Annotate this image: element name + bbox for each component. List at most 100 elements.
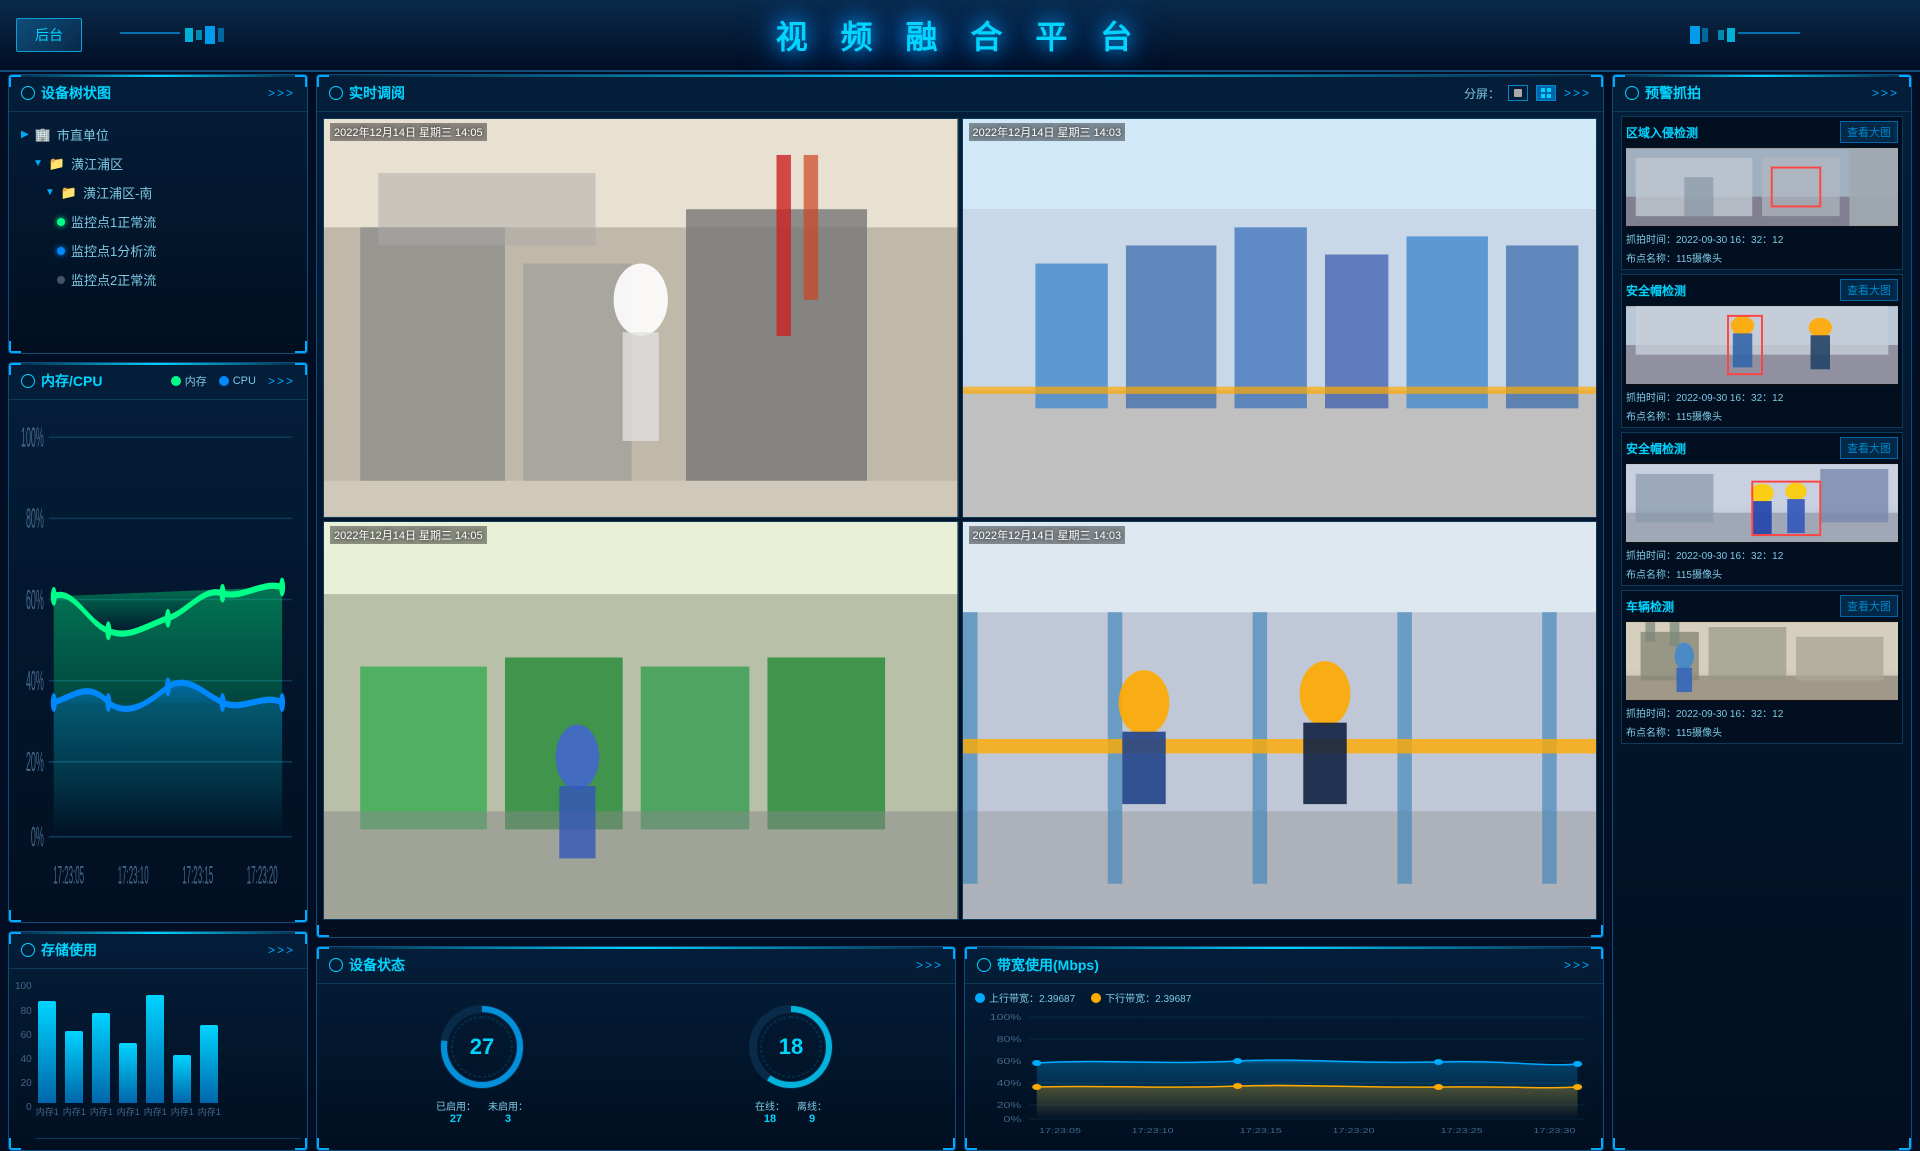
cpu-icon <box>21 374 35 388</box>
alert-2-header: 安全帽检测 查看大图 <box>1626 279 1898 301</box>
device-tree-panel: 设备树状图 >>> ▶ 🏢 市直单位 ▼ 📁 潢江浦区 <box>8 74 308 354</box>
alert-4-view-btn[interactable]: 查看大图 <box>1840 595 1898 617</box>
page-title: 视 频 融 合 平 台 <box>776 12 1144 58</box>
alert-4-image <box>1626 621 1898 701</box>
alert-3-image <box>1626 463 1898 543</box>
device-tree-content: ▶ 🏢 市直单位 ▼ 📁 潢江浦区 ▼ 📁 潢江浦区-南 <box>9 112 307 302</box>
cpu-panel-header: 内存/CPU 内存 CPU >>> <box>9 363 307 400</box>
alert-more[interactable]: >>> <box>1872 86 1899 100</box>
svg-text:17:23:20: 17:23:20 <box>1333 1127 1375 1135</box>
cpu-more[interactable]: >>> <box>268 374 295 388</box>
main-layout: 设备树状图 >>> ▶ 🏢 市直单位 ▼ 📁 潢江浦区 <box>8 74 1912 1072</box>
video-cell-4[interactable]: 2022年12月14日 星期三 14:03 <box>962 521 1598 921</box>
bar-2: 内存1 <box>63 1031 86 1118</box>
tree-item-0[interactable]: ▶ 🏢 市直单位 <box>17 120 299 149</box>
alert-3-view-btn[interactable]: 查看大图 <box>1840 437 1898 459</box>
upload-legend-dot <box>975 993 985 1003</box>
gauge-2-label-1: 在线： 18 <box>755 1098 785 1125</box>
device-tree-icon <box>21 86 35 100</box>
cpu-chart-svg: 100% 80% 60% 40% 20% 0% 17:23:05 17:23:1… <box>19 406 297 905</box>
video-cell-3[interactable]: 2022年12月14日 星期三 14:05 <box>323 521 959 921</box>
bar-1: 内存1 <box>36 1001 59 1118</box>
mid-column: 实时调阅 分屏： >>> <box>316 74 1604 1151</box>
alert-2-view-btn[interactable]: 查看大图 <box>1840 279 1898 301</box>
tree-item-3[interactable]: 监控点1正常流 <box>17 207 299 236</box>
tree-item-2[interactable]: ▼ 📁 潢江浦区-南 <box>17 178 299 207</box>
device-status-panel: 设备状态 >>> 27 <box>316 946 956 1151</box>
bandwidth-chart-svg: 100% 80% 60% 40% 20% 0% 17:23:05 17:23:1… <box>975 1009 1593 1139</box>
download-legend: 下行带宽：2.39687 <box>1091 990 1191 1005</box>
alert-4-time: 抓拍时间：2022-09-30 16：32：12 <box>1626 705 1898 720</box>
alert-1-type: 区域入侵检测 <box>1626 124 1698 141</box>
tree-item-5[interactable]: 监控点2正常流 <box>17 265 299 294</box>
bar-6-fill <box>173 1055 191 1103</box>
gauge-1-val-2: 3 <box>505 1113 511 1125</box>
svg-text:17:23:15: 17:23:15 <box>182 861 213 889</box>
svg-text:20%: 20% <box>997 1102 1022 1110</box>
video-cell-1[interactable]: 2022年12月14日 星期三 14:05 <box>323 118 959 518</box>
upload-legend: 上行带宽：2.39687 <box>975 990 1075 1005</box>
device-status-header: 设备状态 >>> <box>317 947 955 984</box>
device-tree-more[interactable]: >>> <box>268 86 295 100</box>
gauge-2-value: 18 <box>779 1034 803 1060</box>
storage-more[interactable]: >>> <box>268 943 295 957</box>
svg-text:80%: 80% <box>26 503 44 534</box>
right-column: 预警抓拍 >>> 区域入侵检测 查看大图 <box>1612 74 1912 1151</box>
dot-green-icon <box>57 218 65 226</box>
memory-legend: 内存 <box>171 373 207 389</box>
device-tree-header: 设备树状图 >>> <box>9 75 307 112</box>
cpu-chart-area: 100% 80% 60% 40% 20% 0% 17:23:05 17:23:1… <box>9 400 307 911</box>
alert-2-type: 安全帽检测 <box>1626 282 1686 299</box>
svg-text:60%: 60% <box>26 585 44 616</box>
tree-item-1[interactable]: ▼ 📁 潢江浦区 <box>17 149 299 178</box>
video-timestamp-1: 2022年12月14日 星期三 14:05 <box>330 123 487 141</box>
svg-text:0%: 0% <box>1003 1116 1021 1124</box>
svg-text:17:23:05: 17:23:05 <box>1039 1127 1081 1135</box>
svg-text:17:23:10: 17:23:10 <box>1132 1127 1174 1135</box>
realtime-more[interactable]: >>> <box>1564 86 1591 100</box>
bar-5-fill <box>146 995 164 1103</box>
video-controls: 分屏： >>> <box>1464 85 1591 102</box>
alert-title: 预警抓拍 <box>1625 83 1701 103</box>
alert-1-view-btn[interactable]: 查看大图 <box>1840 121 1898 143</box>
alert-3-time: 抓拍时间：2022-09-30 16：32：12 <box>1626 547 1898 562</box>
device-status-more[interactable]: >>> <box>916 958 943 972</box>
storage-panel: 存储使用 >>> 100 80 60 40 20 0 内存1 <box>8 931 308 1151</box>
storage-bars: 内存1 内存1 内存1 内存1 <box>36 973 301 1139</box>
bar-3-fill <box>92 1013 110 1103</box>
bar-4: 内存1 <box>117 1043 140 1118</box>
bar-6: 内存1 <box>171 1055 194 1118</box>
svg-text:17:23:15: 17:23:15 <box>1240 1127 1282 1135</box>
bandwidth-icon <box>977 958 991 972</box>
bandwidth-more[interactable]: >>> <box>1564 958 1591 972</box>
device-tree-title: 设备树状图 <box>21 83 111 103</box>
storage-header: 存储使用 >>> <box>9 932 307 969</box>
split-4-button[interactable] <box>1536 85 1556 101</box>
alert-panel: 预警抓拍 >>> 区域入侵检测 查看大图 <box>1612 74 1912 1151</box>
realtime-panel: 实时调阅 分屏： >>> <box>316 74 1604 938</box>
back-button[interactable]: 后台 <box>16 18 82 52</box>
gauge-1-val-1: 27 <box>450 1113 462 1125</box>
svg-text:17:23:30: 17:23:30 <box>1533 1127 1575 1135</box>
svg-text:100%: 100% <box>21 422 44 453</box>
tree-icon-1: 📁 <box>49 156 65 172</box>
bar-7: 内存1 <box>198 1025 221 1118</box>
alert-3-type: 安全帽检测 <box>1626 440 1686 457</box>
bar-1-fill <box>38 1001 56 1103</box>
video-timestamp-2: 2022年12月14日 星期三 14:03 <box>969 123 1126 141</box>
tree-icon-2: 📁 <box>61 185 77 201</box>
split-1-button[interactable] <box>1508 85 1528 101</box>
storage-icon <box>21 943 35 957</box>
svg-text:17:23:05: 17:23:05 <box>53 861 84 889</box>
svg-text:17:23:25: 17:23:25 <box>1441 1127 1483 1135</box>
alert-1-header: 区域入侵检测 查看大图 <box>1626 121 1898 143</box>
video-timestamp-4: 2022年12月14日 星期三 14:03 <box>969 526 1126 544</box>
realtime-icon <box>329 86 343 100</box>
alert-item-2: 安全帽检测 查看大图 <box>1621 274 1903 428</box>
video-cell-2[interactable]: 2022年12月14日 星期三 14:03 <box>962 118 1598 518</box>
dot-gray-icon <box>57 276 65 284</box>
gauge-2-label-2: 离线： 9 <box>797 1098 827 1125</box>
header: 后台 视 频 融 合 平 台 <box>0 0 1920 72</box>
bar-3: 内存1 <box>90 1013 113 1118</box>
tree-item-4[interactable]: 监控点1分析流 <box>17 236 299 265</box>
